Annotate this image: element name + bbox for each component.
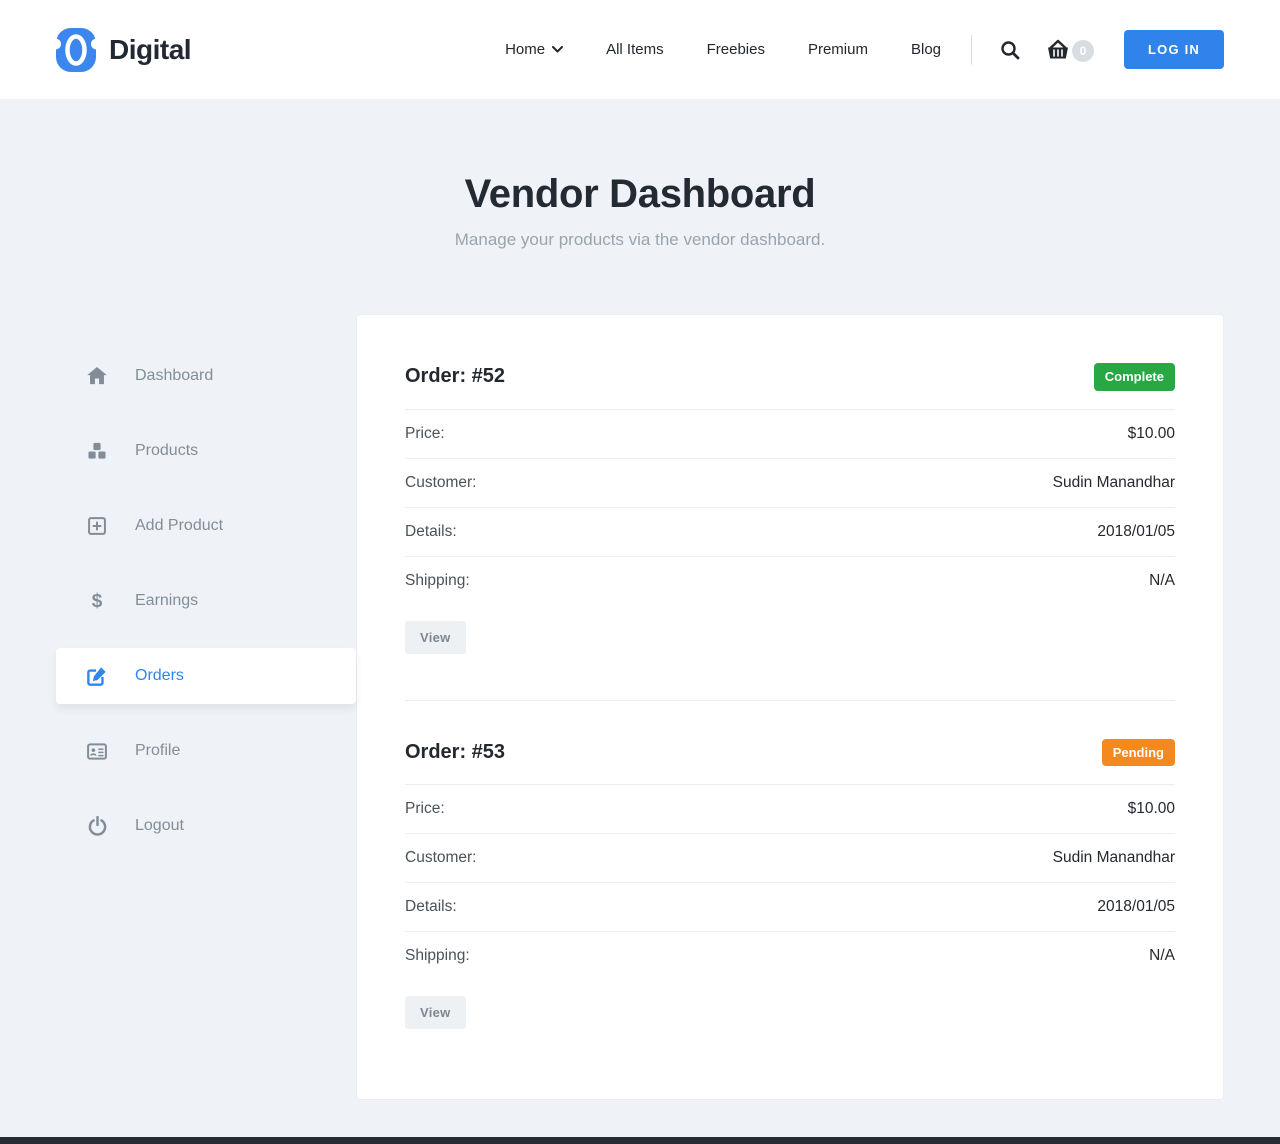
order-header: Order: #53 Pending	[405, 739, 1175, 786]
cubes-icon	[87, 442, 107, 460]
page-subtitle: Manage your products via the vendor dash…	[0, 230, 1280, 250]
order-card: Order: #52 Complete Price: $10.00 Custom…	[405, 363, 1175, 654]
home-icon	[87, 367, 107, 385]
sidebar-item-label: Logout	[135, 817, 184, 835]
orders-panel: Order: #52 Complete Price: $10.00 Custom…	[356, 314, 1224, 1100]
order-row-value: $10.00	[1128, 800, 1175, 818]
order-row: Customer: Sudin Manandhar	[405, 459, 1175, 508]
top-navbar: Digital Home All Items Freebies Premium …	[0, 0, 1280, 100]
order-header: Order: #52 Complete	[405, 363, 1175, 410]
sidebar-item-add-product[interactable]: Add Product	[56, 498, 356, 554]
order-row-value: 2018/01/05	[1097, 523, 1175, 541]
nav-item-premium[interactable]: Premium	[808, 41, 868, 58]
order-row: Customer: Sudin Manandhar	[405, 834, 1175, 883]
order-row-value: Sudin Manandhar	[1053, 849, 1175, 867]
order-row: Price: $10.00	[405, 785, 1175, 834]
order-row-value: Sudin Manandhar	[1053, 474, 1175, 492]
order-row-value: 2018/01/05	[1097, 898, 1175, 916]
order-row-label: Price:	[405, 800, 445, 818]
sidebar-item-earnings[interactable]: $ Earnings	[56, 573, 356, 629]
order-row-label: Details:	[405, 898, 457, 916]
hero-section: Vendor Dashboard Manage your products vi…	[0, 100, 1280, 314]
login-button[interactable]: LOG IN	[1124, 30, 1224, 69]
order-row-label: Customer:	[405, 849, 477, 867]
status-badge: Pending	[1102, 739, 1175, 767]
order-row: Shipping: N/A	[405, 932, 1175, 980]
brand-name: Digital	[109, 34, 191, 66]
sidebar-item-label: Products	[135, 442, 198, 460]
order-title: Order: #53	[405, 741, 505, 764]
nav-item-home[interactable]: Home	[505, 41, 563, 58]
chevron-down-icon	[552, 46, 563, 53]
order-row-label: Price:	[405, 425, 445, 443]
order-divider	[405, 700, 1175, 701]
digital-logo-icon	[56, 28, 96, 72]
dashboard-layout: Dashboard Products Add Product	[0, 314, 1280, 1100]
order-title: Order: #52	[405, 365, 505, 388]
sidebar-item-label: Add Product	[135, 517, 223, 535]
cart-count-badge: 0	[1072, 40, 1094, 62]
order-row: Details: 2018/01/05	[405, 508, 1175, 557]
order-row: Details: 2018/01/05	[405, 883, 1175, 932]
dollar-icon: $	[87, 592, 107, 611]
sidebar-item-profile[interactable]: Profile	[56, 723, 356, 779]
order-card: Order: #53 Pending Price: $10.00 Custome…	[405, 739, 1175, 1030]
basket-icon	[1046, 39, 1070, 61]
vendor-sidebar: Dashboard Products Add Product	[56, 348, 356, 873]
plus-square-icon	[87, 517, 107, 535]
order-row-label: Shipping:	[405, 947, 470, 965]
brand-logo[interactable]: Digital	[56, 28, 191, 72]
nav-item-blog[interactable]: Blog	[911, 41, 941, 58]
order-row: Shipping: N/A	[405, 557, 1175, 605]
order-row: Price: $10.00	[405, 410, 1175, 459]
footer-bar	[0, 1137, 1280, 1144]
sidebar-item-logout[interactable]: Logout	[56, 798, 356, 854]
nav-divider	[971, 35, 972, 65]
order-row-label: Shipping:	[405, 572, 470, 590]
cart-button[interactable]: 0	[1046, 38, 1094, 62]
id-card-icon	[87, 743, 107, 760]
order-row-value: N/A	[1149, 572, 1175, 590]
sidebar-item-products[interactable]: Products	[56, 423, 356, 479]
edit-icon	[87, 666, 107, 686]
sidebar-item-label: Profile	[135, 742, 180, 760]
sidebar-item-label: Dashboard	[135, 367, 213, 385]
search-icon[interactable]	[1000, 40, 1020, 60]
sidebar-item-label: Orders	[135, 667, 184, 685]
nav-item-all-items[interactable]: All Items	[606, 41, 664, 58]
view-order-button[interactable]: View	[405, 996, 466, 1029]
order-row-label: Customer:	[405, 474, 477, 492]
main-nav: Home All Items Freebies Premium Blog	[505, 41, 941, 58]
power-icon	[87, 816, 107, 836]
page-title: Vendor Dashboard	[0, 172, 1280, 217]
view-order-button[interactable]: View	[405, 621, 466, 654]
order-row-value: $10.00	[1128, 425, 1175, 443]
status-badge: Complete	[1094, 363, 1175, 391]
sidebar-item-label: Earnings	[135, 592, 198, 610]
sidebar-item-orders[interactable]: Orders	[56, 648, 356, 704]
nav-item-freebies[interactable]: Freebies	[707, 41, 765, 58]
order-row-value: N/A	[1149, 947, 1175, 965]
order-row-label: Details:	[405, 523, 457, 541]
sidebar-item-dashboard[interactable]: Dashboard	[56, 348, 356, 404]
